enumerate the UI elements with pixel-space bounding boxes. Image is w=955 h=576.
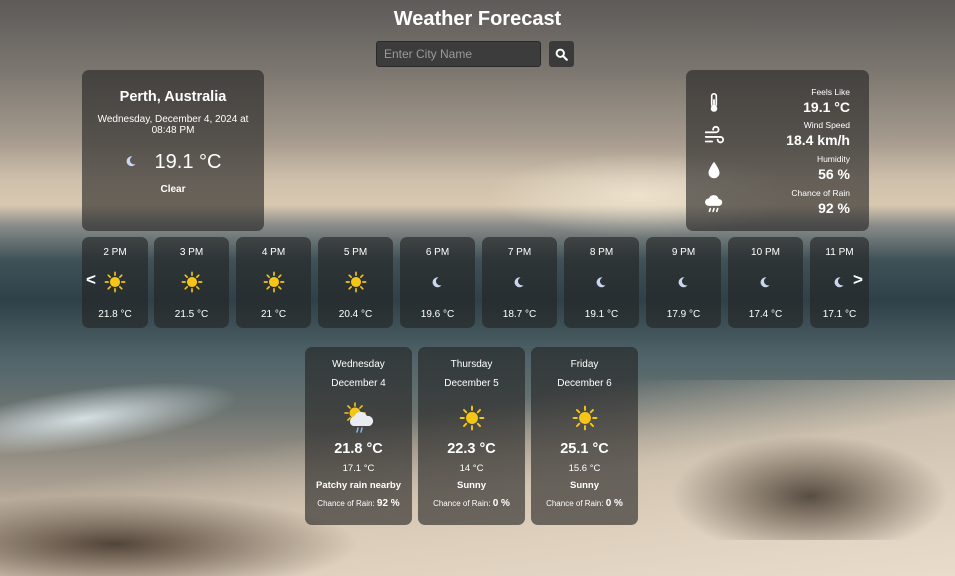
wind-row: Wind Speed 18.4 km/h <box>686 119 869 153</box>
moon-icon <box>646 271 721 293</box>
sun-icon <box>418 401 525 435</box>
current-weather-card: Perth, Australia Wednesday, December 4, … <box>82 70 264 231</box>
humidity-value: 56 % <box>818 166 850 182</box>
day-high-temp: 21.8 °C <box>334 441 383 457</box>
daily-card: Wednesday December 4 21.8 °C 17.1 °C Pat… <box>305 347 412 525</box>
prev-hours-button[interactable]: < <box>86 270 96 290</box>
hour-time: 11 PM <box>825 247 854 258</box>
hour-time: 9 PM <box>671 247 696 258</box>
sun-icon <box>236 271 311 293</box>
hour-temperature: 17.9 °C <box>666 309 701 320</box>
hourly-card: 6 PM 19.6 °C <box>400 237 475 328</box>
day-rain-label: Chance of Rain: <box>433 499 491 508</box>
current-temperature: 19.1 °C <box>154 151 222 173</box>
rain-chance-value: 92 % <box>818 200 850 216</box>
day-rain-label: Chance of Rain: <box>317 499 375 508</box>
hour-temperature: 21 °C <box>260 309 287 320</box>
rain-cloud-icon <box>703 193 725 215</box>
hour-temperature: 20.4 °C <box>338 309 373 320</box>
hourly-card: 4 PM 21 °C <box>236 237 311 328</box>
rain-cloud-sun-icon <box>305 401 412 435</box>
day-date: December 6 <box>557 378 612 389</box>
wind-value: 18.4 km/h <box>786 132 850 148</box>
day-high-temp: 25.1 °C <box>560 441 609 457</box>
daily-card: Friday December 6 25.1 °C 15.6 °C Sunny … <box>531 347 638 525</box>
day-rain-chance: Chance of Rain: 92 % <box>305 498 412 509</box>
moon-icon <box>728 271 803 293</box>
hour-time: 7 PM <box>507 247 532 258</box>
sun-icon <box>318 271 393 293</box>
wind-icon <box>703 125 725 147</box>
sun-icon <box>531 401 638 435</box>
daily-card: Thursday December 5 22.3 °C 14 °C Sunny … <box>418 347 525 525</box>
rain-row: Chance of Rain 92 % <box>686 187 869 221</box>
city-search-input[interactable] <box>376 41 541 67</box>
sun-icon <box>154 271 229 293</box>
hourly-card: 10 PM 17.4 °C <box>728 237 803 328</box>
hour-time: 5 PM <box>343 247 368 258</box>
next-hours-button[interactable]: > <box>853 270 863 290</box>
hour-temperature: 17.4 °C <box>748 309 783 320</box>
hour-time: 8 PM <box>589 247 614 258</box>
day-low-temp: 15.6 °C <box>568 463 601 474</box>
hour-temperature: 19.6 °C <box>420 309 455 320</box>
hour-temperature: 21.8 °C <box>98 309 132 320</box>
hour-time: 10 PM <box>751 247 780 258</box>
hour-temperature: 19.1 °C <box>584 309 619 320</box>
day-date: December 5 <box>444 378 499 389</box>
hour-temperature: 18.7 °C <box>502 309 537 320</box>
hour-time: 3 PM <box>179 247 204 258</box>
day-condition: Patchy rain nearby <box>315 480 401 491</box>
city-name: Perth, Australia <box>119 89 227 105</box>
day-name: Wednesday <box>332 359 385 370</box>
hourly-card: 8 PM 19.1 °C <box>564 237 639 328</box>
day-rain-value: 0 % <box>605 498 623 509</box>
moon-icon <box>400 271 475 293</box>
day-name: Friday <box>570 359 599 370</box>
current-datetime: Wednesday, December 4, 2024 at 08:48 PM <box>97 114 249 136</box>
day-rain-value: 0 % <box>492 498 510 509</box>
thermometer-icon <box>703 92 725 114</box>
day-rain-label: Chance of Rain: <box>546 499 604 508</box>
hour-time: 2 PM <box>103 247 127 258</box>
humidity-row: Humidity 56 % <box>686 153 869 187</box>
day-rain-chance: Chance of Rain: 0 % <box>418 498 525 509</box>
search-icon <box>555 48 568 61</box>
page-title: Weather Forecast <box>393 8 562 30</box>
humidity-label: Humidity <box>816 154 850 164</box>
current-condition: Clear <box>160 184 186 195</box>
feels-like-row: Feels Like 19.1 °C <box>686 86 869 120</box>
hour-temperature: 17.1 °C <box>822 309 857 320</box>
hourly-card: 3 PM 21.5 °C <box>154 237 229 328</box>
day-condition: Sunny <box>569 480 600 491</box>
day-date: December 4 <box>331 378 386 389</box>
hour-time: 6 PM <box>425 247 450 258</box>
feels-like-label: Feels Like <box>811 87 850 97</box>
moon-icon <box>482 271 557 293</box>
hour-temperature: 21.5 °C <box>174 309 209 320</box>
day-low-temp: 17.1 °C <box>342 463 375 474</box>
day-rain-chance: Chance of Rain: 0 % <box>531 498 638 509</box>
day-low-temp: 14 °C <box>459 463 484 474</box>
rain-chance-label: Chance of Rain <box>791 188 850 198</box>
hourly-card: 5 PM 20.4 °C <box>318 237 393 328</box>
hourly-card: 7 PM 18.7 °C <box>482 237 557 328</box>
moon-icon <box>564 271 639 293</box>
dune-grass-right <box>660 430 955 540</box>
feels-like-value: 19.1 °C <box>803 99 850 115</box>
water-drop-icon <box>703 159 725 181</box>
day-name: Thursday <box>450 359 493 370</box>
search-button[interactable] <box>549 41 574 67</box>
moon-icon <box>125 154 137 172</box>
wind-label: Wind Speed <box>803 120 850 130</box>
day-rain-value: 92 % <box>376 498 400 509</box>
weather-details-card: Feels Like 19.1 °C Wind Speed 18.4 km/h … <box>686 70 869 231</box>
hourly-card: 9 PM 17.9 °C <box>646 237 721 328</box>
day-high-temp: 22.3 °C <box>447 441 496 457</box>
day-condition: Sunny <box>456 480 487 491</box>
hour-time: 4 PM <box>261 247 286 258</box>
